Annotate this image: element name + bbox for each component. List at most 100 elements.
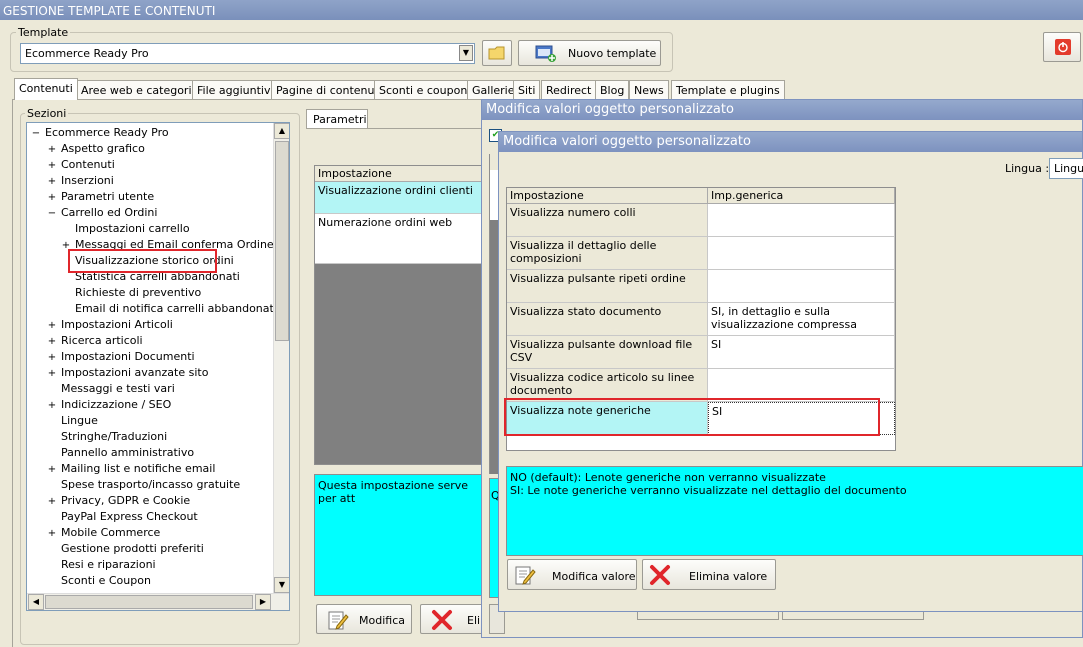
template-select[interactable]: Ecommerce Ready Pro ▼ — [20, 43, 475, 64]
folder-icon — [488, 46, 505, 60]
tree-item[interactable]: Spese trasporto/incasso gratuite — [47, 477, 240, 493]
tree-item[interactable]: + Ricerca articoli — [47, 333, 143, 349]
open-folder-button[interactable] — [482, 40, 512, 66]
tab-pagine-contenuti[interactable]: Pagine di contenuti — [271, 80, 387, 99]
tab-aree-web[interactable]: Aree web e categorie — [76, 80, 204, 99]
tab-news[interactable]: News — [629, 80, 669, 99]
tree-item[interactable]: + Mailing list e notifiche email — [47, 461, 216, 478]
modify-button[interactable]: Modifica — [316, 604, 412, 634]
tab-template-plugins[interactable]: Template e plugins — [671, 80, 785, 99]
scroll-left-icon[interactable]: ◀ — [28, 594, 44, 610]
tree-item[interactable]: + Impostazioni Documenti — [47, 349, 195, 365]
collapse-icon[interactable]: − — [47, 206, 57, 222]
tree-item[interactable]: Richieste di preventivo — [61, 285, 201, 301]
tree-vscrollbar[interactable]: ▲ ▼ — [273, 123, 289, 593]
params-description: Questa impostazione serve per att — [314, 474, 486, 596]
tree-item[interactable]: + Impostazioni Articoli — [47, 317, 173, 333]
scroll-up-icon[interactable]: ▲ — [274, 123, 289, 139]
sections-tree[interactable]: − Ecommerce Ready Pro + Aspetto grafico + Con… — [26, 122, 290, 611]
tab-sconti-coupon[interactable]: Sconti e coupon — [374, 80, 473, 99]
expand-icon[interactable]: + — [47, 398, 57, 414]
params-grid[interactable]: Impostazione Visualizzazione ordini clie… — [314, 165, 486, 465]
tree-item[interactable]: Impostazioni carrello — [61, 221, 190, 237]
params-row-2[interactable]: Numerazione ordini web — [315, 214, 485, 264]
settings-row-value[interactable]: SI, in dettaglio e sulla visualizzazione… — [708, 303, 895, 336]
modify-value-button[interactable]: Modifica valore — [507, 559, 637, 590]
expand-icon[interactable]: + — [47, 462, 57, 478]
expand-icon[interactable]: + — [47, 334, 57, 350]
tree-item[interactable]: Stringhe/Traduzioni — [47, 429, 167, 445]
tree-item[interactable]: Sconti e Coupon — [47, 573, 151, 589]
inner-dialog-title: Modifica valori oggetto personalizzato — [499, 132, 1082, 152]
tree-item[interactable]: + Privacy, GDPR e Cookie — [47, 493, 190, 509]
tab-contenuti[interactable]: Contenuti — [14, 78, 78, 100]
settings-row-value[interactable] — [708, 237, 895, 270]
expand-icon[interactable]: + — [47, 366, 57, 382]
expand-icon[interactable]: + — [47, 174, 57, 190]
settings-row-value[interactable] — [708, 204, 895, 237]
tree-item[interactable]: + Mobile Commerce — [47, 525, 161, 542]
language-select-value: Lingua — [1054, 162, 1083, 175]
tree-item[interactable]: + Parametri utente — [47, 189, 154, 205]
tree-item-label: Pannello amministrativo — [61, 446, 195, 459]
delete-button[interactable]: Elim — [420, 604, 486, 634]
tree-item[interactable]: Pannello amministrativo — [47, 445, 194, 461]
expand-icon[interactable]: + — [47, 526, 57, 542]
tree-item-label: Impostazioni avanzate sito — [61, 366, 209, 379]
tree-item[interactable]: + Indicizzazione / SEO — [47, 397, 171, 413]
inner-dialog: Modifica valori oggetto personalizzato L… — [498, 131, 1083, 612]
power-icon — [1055, 39, 1071, 55]
delete-x-icon — [650, 565, 670, 585]
scroll-right-icon[interactable]: ▶ — [255, 594, 271, 610]
tree-item[interactable]: Gestione prodotti preferiti — [47, 541, 204, 557]
tree-item[interactable]: PayPal Express Checkout — [47, 509, 198, 525]
tree-item[interactable]: + Contenuti — [47, 157, 115, 173]
tree-item[interactable]: Lingue — [47, 413, 98, 429]
hscroll-thumb[interactable] — [45, 595, 253, 609]
scroll-thumb[interactable] — [275, 141, 289, 341]
settings-row-label[interactable]: Visualizza il dettaglio delle composizio… — [507, 237, 708, 270]
settings-row-label[interactable]: Visualizza numero colli — [507, 204, 708, 237]
chevron-down-icon[interactable]: ▼ — [459, 45, 473, 61]
expand-icon[interactable]: + — [47, 318, 57, 334]
params-tab[interactable]: Parametri — [306, 109, 368, 129]
params-row-1[interactable]: Visualizzazione ordini clienti — [315, 182, 485, 214]
expand-icon[interactable]: + — [47, 350, 57, 366]
tree-item[interactable]: Resi e riparazioni — [47, 557, 156, 573]
tree-item[interactable]: + Impostazioni avanzate sito — [47, 365, 209, 382]
tree-item-label: Messaggi e testi vari — [61, 382, 175, 395]
tree-item-label: Gestione prodotti preferiti — [61, 542, 204, 555]
expand-icon[interactable]: + — [47, 494, 57, 510]
settings-row-value[interactable] — [708, 270, 895, 303]
tree-item[interactable]: Email di notifica carrelli abbandonati — [61, 301, 277, 317]
collapse-icon[interactable]: − — [31, 126, 41, 142]
delete-value-button[interactable]: Elimina valore — [642, 559, 776, 590]
tree-item[interactable]: − Carrello ed Ordini — [47, 205, 158, 222]
close-button[interactable] — [1043, 32, 1081, 62]
settings-row-value[interactable]: SI — [708, 336, 895, 369]
settings-row-label[interactable]: Visualizza pulsante download file CSV — [507, 336, 708, 369]
tree-item-label: Resi e riparazioni — [61, 558, 156, 571]
expand-icon[interactable]: + — [47, 142, 57, 158]
language-select[interactable]: Lingua — [1049, 158, 1083, 179]
tree-item-label: Impostazioni Articoli — [61, 318, 173, 331]
tree-item[interactable]: − Ecommerce Ready Pro — [31, 125, 169, 141]
tab-blog[interactable]: Blog — [595, 80, 630, 99]
settings-row-label[interactable]: Visualizza stato documento — [507, 303, 708, 336]
tab-redirect[interactable]: Redirect — [541, 80, 597, 99]
tree-hscrollbar[interactable]: ◀ ▶ — [27, 593, 289, 610]
settings-row-label[interactable]: Visualizza pulsante ripeti ordine — [507, 270, 708, 303]
tree-item[interactable]: Messaggi e testi vari — [47, 381, 175, 397]
tab-file-aggiuntivi[interactable]: File aggiuntivi — [192, 80, 279, 99]
tree-item-label: Lingue — [61, 414, 98, 427]
new-template-button[interactable]: Nuovo template — [518, 40, 661, 66]
scroll-down-icon[interactable]: ▼ — [274, 577, 289, 593]
expand-icon[interactable]: + — [47, 158, 57, 174]
tree-item[interactable]: + Aspetto grafico — [47, 141, 145, 157]
expand-icon[interactable]: + — [47, 190, 57, 206]
tab-gallerie[interactable]: Gallerie — [467, 80, 520, 99]
window-title: GESTIONE TEMPLATE E CONTENUTI — [0, 0, 1083, 20]
tree-item[interactable]: + Inserzioni — [47, 173, 114, 189]
tree-item-label: Impostazioni Documenti — [61, 350, 195, 363]
tab-siti[interactable]: Siti — [513, 80, 541, 99]
